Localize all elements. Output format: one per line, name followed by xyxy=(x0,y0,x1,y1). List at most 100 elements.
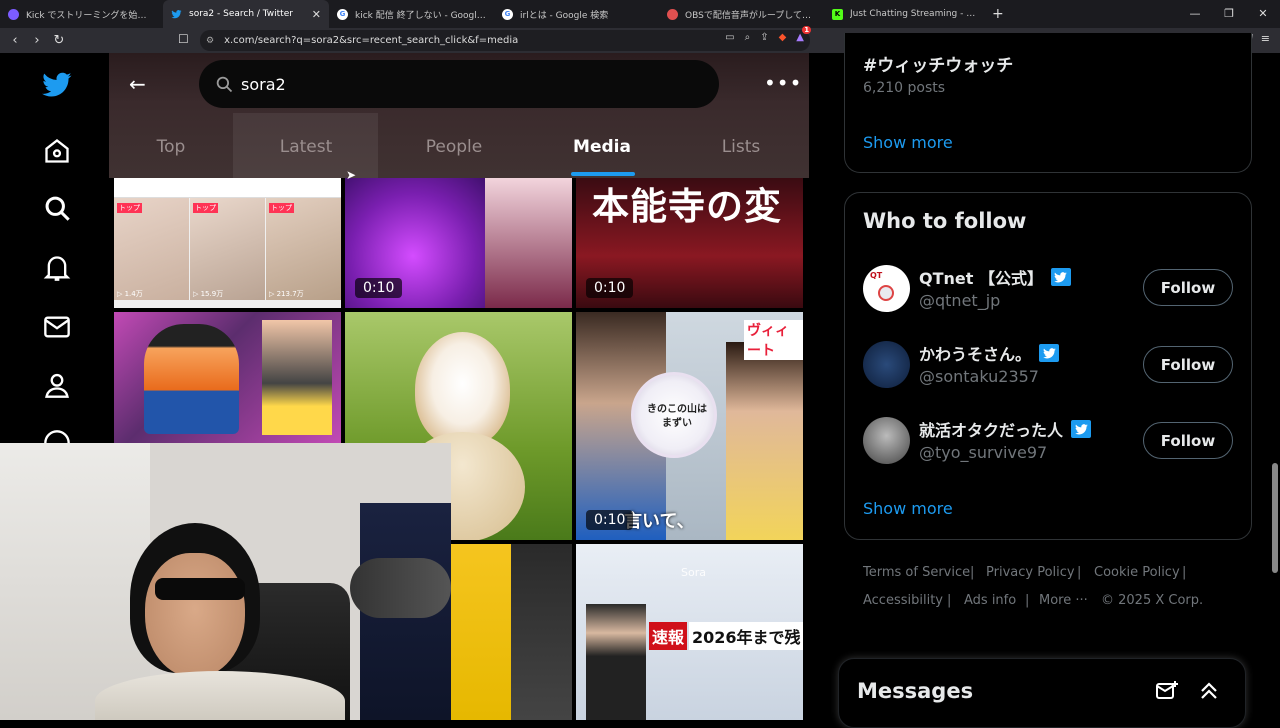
url-text[interactable]: x.com/search?q=sora2&src=recent_search_c… xyxy=(224,35,518,46)
media-tile[interactable]: 本能寺の変 0:10 xyxy=(576,178,803,308)
browser-tab-bar: Kick でストリーミングを始める方法: 初心者 sora2 - Search … xyxy=(0,0,1280,28)
messages-icon[interactable] xyxy=(42,312,72,342)
round-sign-thumbnail: きのこの山は まずい xyxy=(631,372,717,458)
baby-cat-thumbnail xyxy=(190,198,265,300)
twitter-logo-icon[interactable] xyxy=(42,70,72,100)
browser-tab[interactable]: Kick でストリーミングを始める方法: 初心者 xyxy=(0,0,163,28)
search-query-text[interactable]: sora2 xyxy=(241,75,286,94)
tab-title: kick 配信 終了しない - Google 検索 xyxy=(355,10,486,21)
view-count: ▷ 1.4万 xyxy=(117,290,143,298)
tab-top[interactable]: Top xyxy=(157,137,186,157)
kick-favicon-icon: K xyxy=(832,8,843,20)
avatar[interactable]: QT xyxy=(863,265,910,312)
bookmark-icon[interactable]: ☐ xyxy=(178,32,189,46)
user-display-name[interactable]: QTnet 【公式】 xyxy=(919,265,1043,289)
back-arrow-icon[interactable]: ← xyxy=(129,72,146,96)
close-window-icon[interactable]: ✕ xyxy=(1246,0,1280,28)
user-display-name[interactable]: かわうそさん。 xyxy=(919,341,1031,365)
tab-latest[interactable]: Latest xyxy=(280,137,333,157)
top-label: トップ xyxy=(193,203,218,213)
girl-thumbnail xyxy=(726,342,803,540)
scrollbar[interactable] xyxy=(1270,53,1280,720)
tab-media[interactable]: Media xyxy=(573,137,631,157)
show-badge: ヴィィート xyxy=(744,320,803,360)
user-handle[interactable]: @tyo_survive97 xyxy=(919,443,1047,462)
user-handle[interactable]: @sontaku2357 xyxy=(919,367,1039,386)
expand-chevron-icon[interactable] xyxy=(1197,679,1221,707)
microphone xyxy=(350,558,451,618)
media-tile[interactable]: 0:10 xyxy=(345,178,572,308)
restore-icon[interactable]: ❐ xyxy=(1212,0,1246,28)
menu-icon[interactable]: ≡ xyxy=(1261,32,1270,46)
browser-tab-active[interactable]: sora2 - Search / Twitter ✕ xyxy=(163,0,329,28)
forward-icon[interactable]: › xyxy=(27,33,47,48)
footer-privacy-link[interactable]: Privacy Policy xyxy=(986,565,1075,580)
trend-hashtag[interactable]: #ウィッチウォッチ xyxy=(863,51,1013,76)
follow-button[interactable]: Follow xyxy=(1143,269,1233,306)
search-header: ← sora2 ••• Top Latest People Media List… xyxy=(109,53,809,178)
follow-button[interactable]: Follow xyxy=(1143,346,1233,383)
footer-cookie-link[interactable]: Cookie Policy xyxy=(1094,565,1180,580)
brave-shield-icon[interactable]: ◆ xyxy=(779,32,787,43)
who-to-follow-card: Who to follow QT QTnet 【公式】 @qtnet_jp Fo… xyxy=(844,192,1252,540)
avatar[interactable] xyxy=(863,417,910,464)
close-tab-icon[interactable]: ✕ xyxy=(312,8,321,21)
notifications-icon[interactable] xyxy=(42,253,72,283)
media-tile[interactable]: トップ トップ トップ ▷ 1.4万 ▷ 15.9万 ▷ 213.7万 xyxy=(114,178,341,308)
more-options-icon[interactable]: ••• xyxy=(764,71,802,95)
user-handle[interactable]: @qtnet_jp xyxy=(919,291,1000,310)
media-tile[interactable]: Sora 速報 2026年まで残 xyxy=(576,544,803,720)
messages-drawer[interactable]: Messages xyxy=(838,658,1246,728)
obs-favicon-icon xyxy=(667,8,678,20)
right-sidebar: #ウィッチウォッチ 6,210 posts Show more Who to f… xyxy=(809,33,1280,720)
new-tab-button[interactable]: + xyxy=(984,6,1012,22)
media-tile[interactable]: ヴィィート きのこの山は まずい 言いて、 0:10 xyxy=(576,312,803,540)
google-favicon-icon: G xyxy=(337,8,348,20)
address-bar[interactable]: ⚙ x.com/search?q=sora2&src=recent_search… xyxy=(200,26,812,51)
cast-icon[interactable]: ▭ xyxy=(725,32,734,43)
reload-icon[interactable]: ↻ xyxy=(49,33,69,48)
footer-ads-info-link[interactable]: Ads info xyxy=(964,593,1016,608)
follow-button[interactable]: Follow xyxy=(1143,422,1233,459)
media-tile[interactable] xyxy=(114,312,341,443)
site-settings-icon[interactable]: ⚙ xyxy=(206,36,214,46)
user-name[interactable]: QTnet 【公式】 xyxy=(919,265,1071,289)
media-tile[interactable] xyxy=(451,544,572,720)
user-name[interactable]: かわうそさん。 xyxy=(919,341,1060,365)
search-input[interactable]: sora2 xyxy=(199,60,719,108)
video-duration: 0:10 xyxy=(586,278,634,298)
search-icon[interactable] xyxy=(42,193,72,223)
browser-tab[interactable]: G irlとは - Google 検索 xyxy=(494,0,659,28)
footer-more-link[interactable]: More ··· xyxy=(1039,593,1088,608)
scrollbar-thumb[interactable] xyxy=(1272,463,1278,573)
who-to-follow-title: Who to follow xyxy=(863,209,1027,233)
tab-title: Kick でストリーミングを始める方法: 初心者 xyxy=(26,10,155,21)
footer-accessibility-link[interactable]: Accessibility xyxy=(863,593,943,608)
brave-rewards-icon[interactable]: ▲ 1 xyxy=(796,26,812,43)
home-icon[interactable] xyxy=(42,136,72,166)
tab-title: irlとは - Google 検索 xyxy=(520,10,609,21)
zoom-icon[interactable]: ⌕ xyxy=(745,32,751,43)
footer-terms-link[interactable]: Terms of Service xyxy=(863,565,970,580)
new-message-icon[interactable] xyxy=(1155,679,1179,707)
footer-copyright: © 2025 X Corp. xyxy=(1101,593,1204,608)
video-duration: 0:10 xyxy=(355,278,403,298)
minimize-icon[interactable]: — xyxy=(1178,0,1212,28)
avatar[interactable] xyxy=(863,341,910,388)
profile-icon[interactable] xyxy=(42,370,72,400)
news-headline: 2026年まで残 xyxy=(689,622,803,650)
share-icon[interactable]: ⇪ xyxy=(760,32,768,43)
tab-lists[interactable]: Lists xyxy=(722,137,761,157)
user-display-name[interactable]: 就活オタクだった人 xyxy=(919,417,1063,441)
tab-people[interactable]: People xyxy=(426,137,482,157)
browser-tab[interactable]: K Just Chatting Streaming - Live Stream xyxy=(824,0,984,28)
wall-background xyxy=(0,443,150,720)
browser-tab[interactable]: G kick 配信 終了しない - Google 検索 xyxy=(329,0,494,28)
trends-show-more-link[interactable]: Show more xyxy=(863,133,953,152)
back-icon[interactable]: ‹ xyxy=(5,33,25,48)
video-duration: 0:10 xyxy=(586,510,634,530)
verified-badge-icon xyxy=(1071,420,1092,438)
who-to-follow-show-more-link[interactable]: Show more xyxy=(863,499,953,518)
user-name[interactable]: 就活オタクだった人 xyxy=(919,417,1092,441)
browser-tab[interactable]: OBSで配信音声がループしている場合の原 xyxy=(659,0,824,28)
